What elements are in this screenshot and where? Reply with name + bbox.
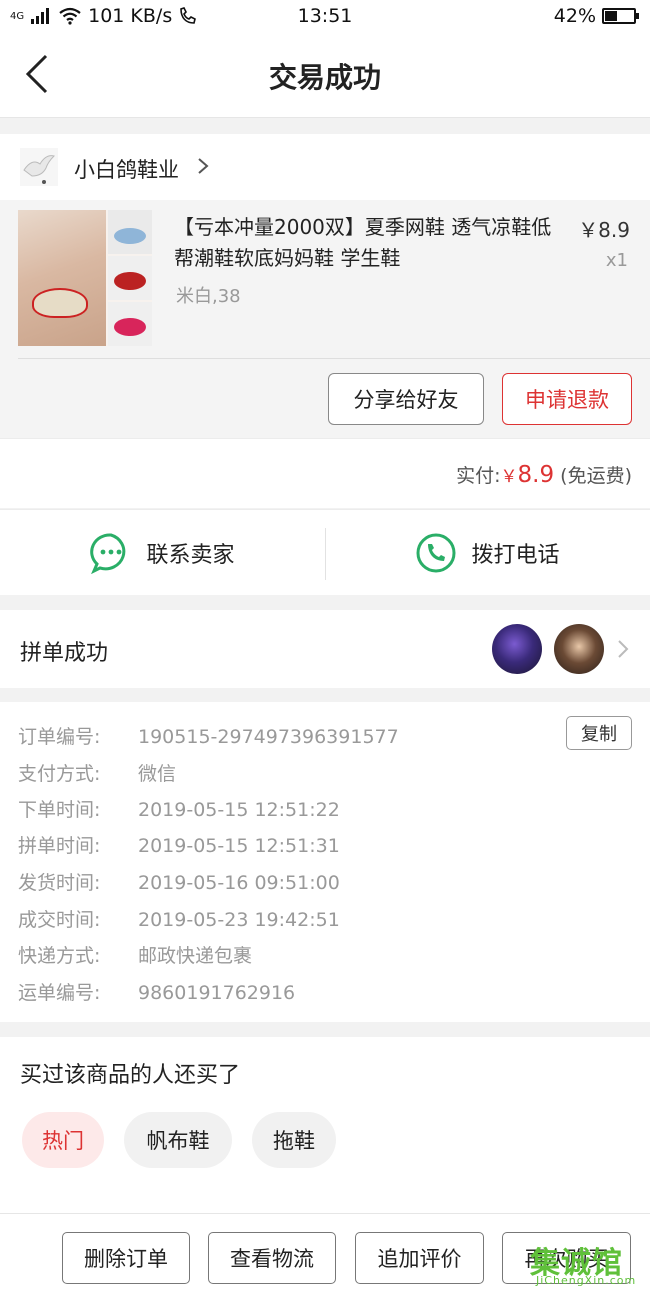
group-buy-row[interactable]: 拼单成功 (0, 610, 650, 688)
call-phone-button[interactable]: 拨打电话 (325, 510, 650, 596)
product-title[interactable]: 【亏本冲量2000双】夏季网鞋 透气凉鞋低帮潮鞋软底妈妈鞋 学生鞋 (174, 212, 554, 274)
avatar[interactable] (492, 624, 542, 674)
status-right: 42% (553, 5, 639, 27)
divider (18, 358, 650, 359)
detail-label: 发货时间: (18, 872, 101, 894)
chip-canvas-shoes[interactable]: 帆布鞋 (124, 1112, 232, 1168)
share-button[interactable]: 分享给好友 (328, 373, 484, 425)
watermark-site: JiChengXin.com (536, 1274, 637, 1287)
detail-label: 下单时间: (18, 799, 101, 821)
product-spec: 米白,38 (176, 286, 241, 307)
contact-row: 联系卖家 拨打电话 (0, 509, 650, 595)
battery-icon (602, 8, 639, 24)
chat-bubble-icon (90, 533, 126, 574)
chevron-right-icon (198, 158, 209, 174)
detail-label: 支付方式: (18, 763, 101, 785)
avatar[interactable] (554, 624, 604, 674)
shop-logo-icon (20, 148, 58, 186)
battery-percent: 42% (553, 5, 596, 27)
payment-label: 实付: (456, 465, 501, 487)
order-details: 复制 订单编号: 190515-297497396391577 支付方式: 微信 下… (0, 702, 650, 1022)
status-bar: 4G 101 KB/s 13:51 42% (0, 0, 650, 34)
detail-value: 2019-05-15 12:51:22 (138, 799, 340, 821)
payment-summary: 实付:￥8.9 (免运费) (456, 461, 632, 488)
copy-order-number-button[interactable]: 复制 (566, 716, 632, 750)
detail-value: 2019-05-23 19:42:51 (138, 909, 340, 931)
call-phone-label: 拨打电话 (471, 543, 560, 568)
detail-row: 订单编号: 190515-297497396391577 (18, 722, 399, 749)
chip-slippers[interactable]: 拖鞋 (252, 1112, 336, 1168)
view-logistics-button[interactable]: 查看物流 (208, 1232, 336, 1284)
detail-row: 运单编号: 9860191762916 (18, 978, 295, 1005)
payment-amount: 8.9 (517, 462, 555, 488)
chip-hot[interactable]: 热门 (22, 1112, 104, 1168)
detail-row: 支付方式: 微信 (18, 759, 176, 786)
contact-seller-label: 联系卖家 (146, 543, 235, 568)
shop-row[interactable]: 小白鸽鞋业 (0, 134, 650, 200)
status-time: 13:51 (297, 5, 353, 27)
battery-fill (605, 11, 617, 21)
detail-row: 发货时间: 2019-05-16 09:51:00 (18, 868, 340, 895)
recommendations-title: 买过该商品的人还买了 (20, 1063, 241, 1088)
detail-row: 下单时间: 2019-05-15 12:51:22 (18, 795, 340, 822)
product-price: ￥8.9 (578, 218, 630, 242)
detail-label: 运单编号: (18, 982, 101, 1004)
delete-order-button[interactable]: 删除订单 (62, 1232, 190, 1284)
phone-icon (416, 533, 456, 573)
detail-label: 成交时间: (18, 909, 101, 931)
product-quantity: x1 (605, 250, 628, 271)
detail-row: 快递方式: 邮政快递包裹 (18, 941, 252, 968)
product-card[interactable]: 【亏本冲量2000双】夏季网鞋 透气凉鞋低帮潮鞋软底妈妈鞋 学生鞋 米白,38 … (0, 200, 650, 438)
detail-value: 190515-297497396391577 (138, 726, 399, 748)
detail-value: 微信 (138, 763, 177, 785)
detail-label: 拼单时间: (18, 835, 101, 857)
site-watermark: 集诚馆 JiChengXin.com (530, 1232, 648, 1292)
product-image[interactable] (18, 210, 152, 346)
chevron-right-icon (618, 640, 629, 658)
product-image-red (108, 302, 152, 346)
payment-row: 实付:￥8.9 (免运费) (0, 438, 650, 508)
payment-currency: ￥ (500, 467, 518, 487)
detail-value: 邮政快递包裹 (138, 945, 253, 967)
detail-label: 快递方式: (18, 945, 101, 967)
detail-value: 9860191762916 (138, 982, 296, 1004)
product-image-black (108, 256, 152, 300)
detail-row: 成交时间: 2019-05-23 19:42:51 (18, 905, 340, 932)
group-buy-label: 拼单成功 (20, 641, 109, 666)
product-image-blue (108, 210, 152, 254)
shipping-note: (免运费) (560, 465, 632, 487)
contact-seller-button[interactable]: 联系卖家 (0, 510, 325, 596)
recommendations: 买过该商品的人还买了 热门 帆布鞋 拖鞋 (0, 1037, 650, 1213)
page-title: 交易成功 (268, 61, 381, 94)
detail-value: 2019-05-15 12:51:31 (138, 835, 340, 857)
detail-label: 订单编号: (18, 726, 101, 748)
add-review-button[interactable]: 追加评价 (355, 1232, 484, 1284)
detail-row: 拼单时间: 2019-05-15 12:51:31 (18, 831, 340, 858)
nav-bar: 交易成功 (0, 34, 650, 118)
refund-button[interactable]: 申请退款 (502, 373, 632, 425)
product-image-main (18, 210, 106, 346)
detail-value: 2019-05-16 09:51:00 (138, 872, 340, 894)
shop-name[interactable]: 小白鸽鞋业 (74, 154, 179, 184)
